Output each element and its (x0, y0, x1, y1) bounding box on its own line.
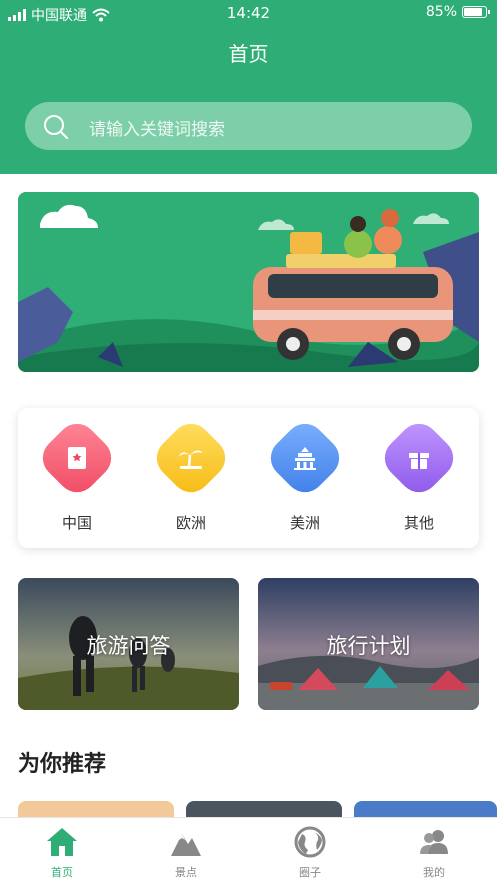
china-flag-icon (68, 447, 86, 469)
card-travel-qa[interactable]: 旅游问答 (18, 578, 239, 710)
top-header: 中国联通 14:42 85% 首页 请输入关键词搜索 (0, 0, 497, 174)
gift-icon (409, 453, 429, 469)
home-icon (47, 828, 77, 856)
tab-label: 我的 (423, 866, 445, 879)
bottom-tab-bar: 首页 景点 圈子 我的 (0, 817, 497, 883)
category-china[interactable]: 中国 (32, 415, 122, 533)
globe-icon (294, 826, 326, 858)
recommend-heading: 为你推荐 (18, 752, 107, 777)
landmark-icon (294, 447, 316, 470)
travel-van-illustration (18, 192, 479, 372)
page-title: 首页 (228, 42, 269, 66)
tab-circle[interactable]: 圈子 (265, 826, 355, 880)
tab-label: 首页 (51, 866, 73, 879)
category-europe[interactable]: 欧洲 (146, 415, 236, 533)
user-icon (420, 830, 448, 854)
card-travel-plan[interactable]: 旅行计划 (258, 578, 479, 710)
status-bar: 中国联通 14:42 85% (0, 0, 497, 26)
promo-banner[interactable] (18, 192, 479, 372)
battery-percent: 85% (425, 4, 457, 20)
tab-label: 景点 (175, 866, 197, 879)
category-label: 中国 (61, 514, 92, 532)
search-input[interactable]: 请输入关键词搜索 (89, 115, 225, 140)
category-america[interactable]: 美洲 (260, 415, 350, 533)
battery-icon (462, 6, 490, 18)
card-label: 旅游问答 (86, 634, 171, 658)
category-panel: 中国 欧洲 美洲 其他 (18, 408, 479, 548)
category-other[interactable]: 其他 (374, 415, 464, 533)
category-label: 美洲 (289, 514, 320, 532)
status-time: 14:42 (226, 4, 271, 22)
tab-home[interactable]: 首页 (17, 826, 107, 880)
tab-attractions[interactable]: 景点 (141, 826, 231, 880)
category-label: 欧洲 (175, 514, 206, 532)
search-bar[interactable]: 请输入关键词搜索 (25, 102, 472, 150)
mountain-icon (171, 834, 201, 856)
category-label: 其他 (403, 514, 434, 532)
tab-mine[interactable]: 我的 (389, 826, 479, 880)
palm-tree-icon (179, 450, 203, 469)
tab-label: 圈子 (299, 866, 321, 879)
search-icon (44, 115, 69, 140)
card-label: 旅行计划 (326, 634, 411, 658)
